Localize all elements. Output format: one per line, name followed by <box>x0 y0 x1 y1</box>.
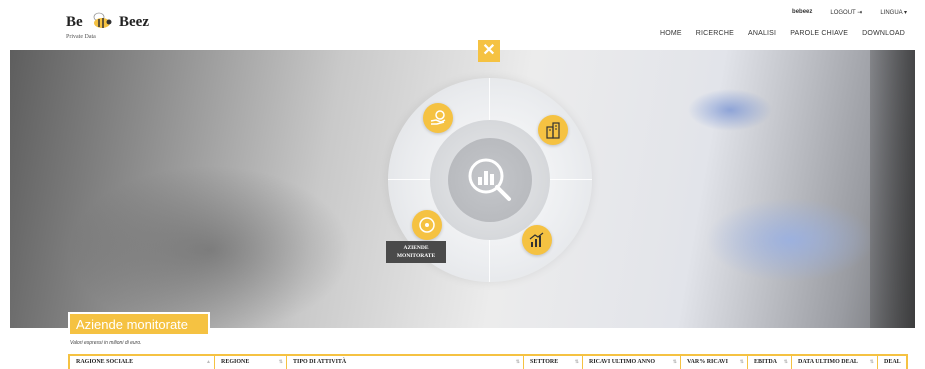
logo-text-be: Be <box>66 14 83 30</box>
logo[interactable]: Be Beez Private Data <box>66 6 166 42</box>
nav-home[interactable]: HOME <box>660 30 682 37</box>
hand-coin-icon <box>430 110 446 125</box>
section-note: Valori espressi in milioni di euro. <box>70 340 142 346</box>
column-header[interactable]: RICAVI ULTIMO ANNO ⇅ <box>583 356 681 369</box>
column-label: VAR% RICAVI <box>687 359 728 365</box>
column-label: EBITDA <box>754 359 778 365</box>
menu-item-aziende-monitorate[interactable] <box>412 210 442 240</box>
column-header[interactable]: RAGIONE SOCIALE ▲ <box>70 356 215 369</box>
main-nav: HOME RICERCHE ANALISI PAROLE CHIAVE DOWN… <box>660 30 905 37</box>
column-label: DATA ULTIMO DEAL <box>798 359 858 365</box>
column-header[interactable]: EBITDA ⇅ <box>748 356 792 369</box>
top-links: bebeez LOGOUT ⇥ LINGUA ▾ <box>792 9 907 16</box>
menu-item-aziende[interactable] <box>538 115 568 145</box>
bee-icon <box>93 12 112 28</box>
column-label: TIPO DI ATTIVITÀ <box>293 359 347 365</box>
user-link[interactable]: bebeez <box>792 9 812 16</box>
sort-icon: ⇅ <box>278 360 283 365</box>
language-dropdown[interactable]: LINGUA ▾ <box>880 9 907 16</box>
column-label: REGIONE <box>221 359 250 365</box>
logout-link[interactable]: LOGOUT ⇥ <box>830 9 862 16</box>
column-header[interactable]: SETTORE ⇅ <box>524 356 583 369</box>
logo-subtitle: Private Data <box>66 34 96 40</box>
column-label: RAGIONE SOCIALE <box>76 359 134 365</box>
sort-icon: ⇅ <box>574 360 579 365</box>
column-label: RICAVI ULTIMO ANNO <box>589 359 656 365</box>
column-label: SETTORE <box>530 359 559 365</box>
tooltip-line: AZIENDE <box>403 245 429 251</box>
column-header[interactable]: DATA ULTIMO DEAL ⇅ <box>792 356 878 369</box>
nav-download[interactable]: DOWNLOAD <box>862 30 905 37</box>
menu-tooltip: AZIENDE MONITORATE <box>386 241 446 263</box>
hero-side-shade <box>870 50 915 328</box>
sort-icon: ⇅ <box>515 360 520 365</box>
menu-item-investimenti[interactable] <box>423 103 453 133</box>
growth-chart-icon <box>529 232 544 247</box>
column-header[interactable]: DEAL <box>878 356 906 369</box>
search-chart-icon <box>468 158 511 201</box>
sort-icon: ⇅ <box>869 360 874 365</box>
sort-icon: ⇅ <box>783 360 788 365</box>
section-title: Aziende monitorate <box>76 317 189 332</box>
close-button[interactable]: ✕ <box>478 40 500 62</box>
sort-icon: ⇅ <box>672 360 677 365</box>
menu-center[interactable] <box>448 138 532 222</box>
nav-ricerche[interactable]: RICERCHE <box>696 30 734 37</box>
column-label: DEAL <box>884 359 901 365</box>
sort-icon: ⇅ <box>739 360 744 365</box>
nav-parole-chiave[interactable]: PAROLE CHIAVE <box>790 30 848 37</box>
section-title-box: Aziende monitorate <box>68 312 210 336</box>
table-header: RAGIONE SOCIALE ▲ REGIONE ⇅ TIPO DI ATTIVI… <box>68 354 908 369</box>
column-header[interactable]: REGIONE ⇅ <box>215 356 287 369</box>
sort-icon: ▲ <box>206 360 211 365</box>
header: Be Beez Private Data bebeez LOGOUT ⇥ LIN… <box>0 0 925 50</box>
buildings-icon <box>546 122 560 139</box>
column-header[interactable]: VAR% RICAVI ⇅ <box>681 356 748 369</box>
menu-item-analisi[interactable] <box>522 225 552 255</box>
logo-text-beez: Beez <box>119 14 149 30</box>
column-header[interactable]: TIPO DI ATTIVITÀ ⇅ <box>287 356 524 369</box>
cycle-arrows-icon <box>419 217 435 233</box>
tooltip-line: MONITORATE <box>396 253 436 259</box>
nav-analisi[interactable]: ANALISI <box>748 30 776 37</box>
